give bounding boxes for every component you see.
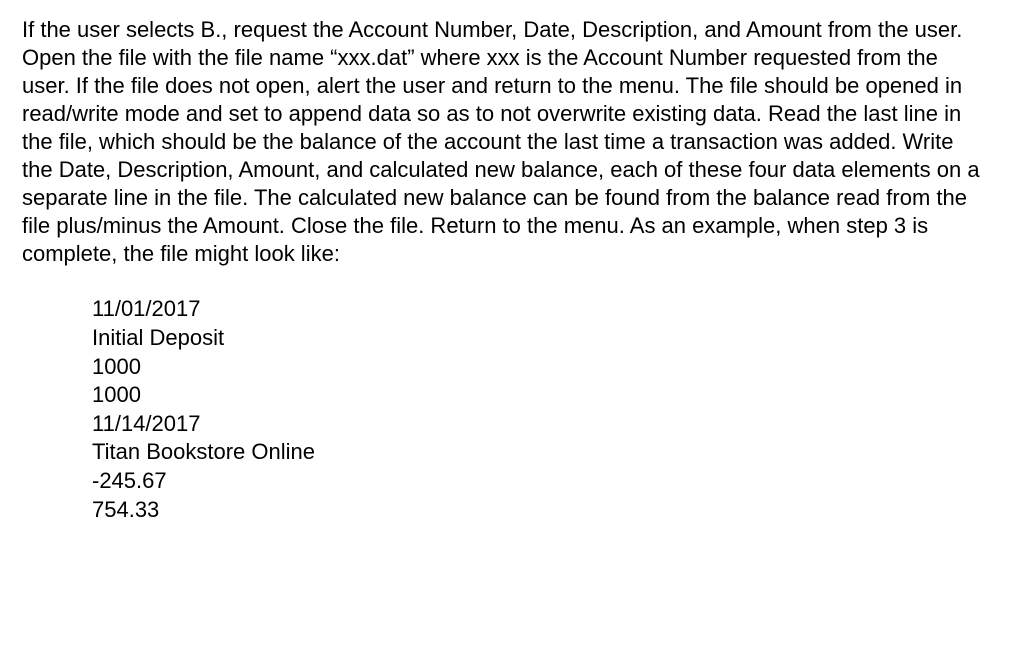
example-line: -245.67 — [92, 467, 988, 496]
example-line: Initial Deposit — [92, 324, 988, 353]
example-line: 1000 — [92, 353, 988, 382]
example-line: 754.33 — [92, 496, 988, 525]
example-line: 11/14/2017 — [92, 410, 988, 439]
example-file-content: 11/01/2017 Initial Deposit 1000 1000 11/… — [92, 295, 988, 524]
example-line: Titan Bookstore Online — [92, 438, 988, 467]
example-line: 11/01/2017 — [92, 295, 988, 324]
instruction-paragraph: If the user selects B., request the Acco… — [22, 16, 988, 267]
example-line: 1000 — [92, 381, 988, 410]
